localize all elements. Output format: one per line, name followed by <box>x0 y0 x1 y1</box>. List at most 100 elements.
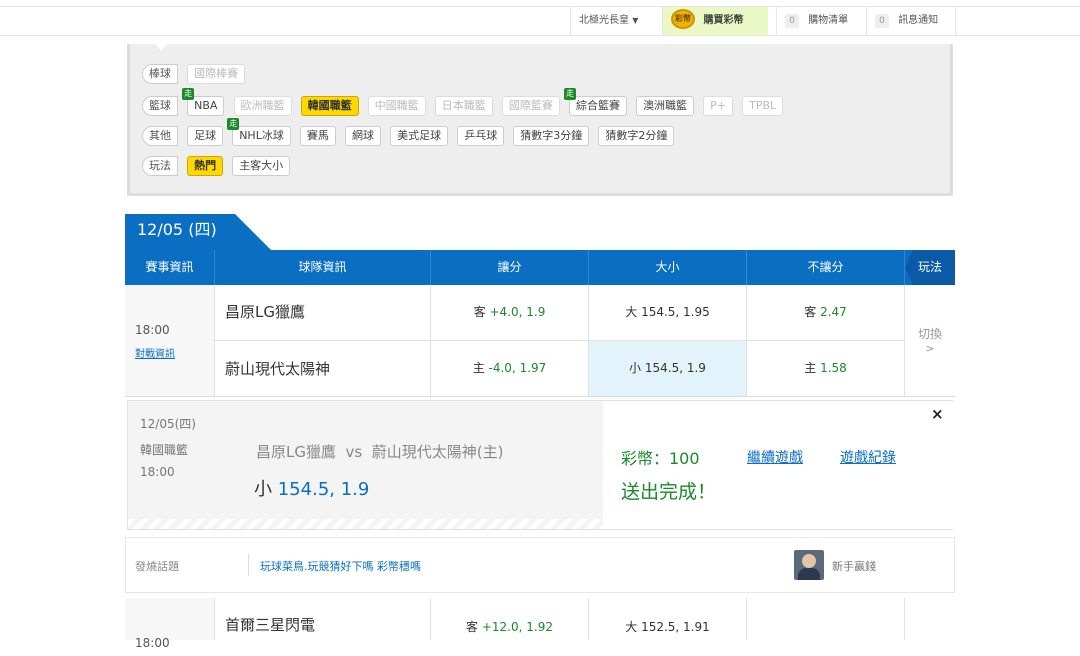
chip-guess-3min[interactable]: 猜數字3分鐘 <box>513 126 590 146</box>
divider <box>248 554 249 576</box>
popup-league: 韓國職籃 <box>140 443 189 457</box>
chip-nhl[interactable]: 走 NHL冰球 <box>227 118 291 146</box>
filter-row-other: 其他 足球 走 NHL冰球 賽馬 網球 美式足球 乒乓球 猜數字3分鐘 猜數字2分… <box>142 118 678 146</box>
close-icon[interactable]: × <box>931 405 944 423</box>
chip-guess-2min[interactable]: 猜數字2分鐘 <box>598 126 675 146</box>
odds-value: 152.5, 1.91 <box>641 620 710 634</box>
header-team-info: 球隊資訊 <box>215 250 431 285</box>
messages-button[interactable]: 0 訊息通知 <box>866 7 956 35</box>
filter-row-baseball: 棒球 國際棒賽 <box>142 62 249 84</box>
hot-topic-label: 發燒話題 <box>135 560 179 573</box>
chip-hot[interactable]: 熱門 <box>187 156 224 176</box>
live-badge: 走 <box>563 88 576 100</box>
live-badge: 走 <box>182 88 195 100</box>
chip-label: 綜合籃賽 <box>575 99 620 112</box>
header-match-info: 賽事資訊 <box>125 250 215 285</box>
buy-coins-button[interactable]: 彩幣 購買彩幣 <box>662 7 768 35</box>
switch-playtype-button[interactable]: 切換 > <box>905 285 955 396</box>
odds-tag: 主 <box>804 361 817 375</box>
odds-value: 154.5, 1.95 <box>641 305 710 319</box>
sport-filter-panel: 棒球 國際棒賽 籃球 走 NBA 歐洲職籃 韓國職籃 中國職籃 日本職籃 國際籃賽… <box>127 43 953 196</box>
category-baseball[interactable]: 棒球 <box>142 64 178 84</box>
chip-china-basketball[interactable]: 中國職籃 <box>367 96 426 116</box>
away-team-name: 昌原LG獵鷹 <box>215 285 431 340</box>
odds-tag: 大 <box>625 620 638 634</box>
spread-home-odds[interactable]: 主 -4.0, 1.97 <box>431 341 589 396</box>
chip-soccer[interactable]: 足球 <box>187 126 224 146</box>
next-away-team-name: 首爾三星閃電 <box>215 598 431 640</box>
cart-button[interactable]: 0 購物清單 <box>776 7 864 35</box>
odds-value: 154.5, 1.9 <box>644 361 706 375</box>
next-spread-away-odds[interactable]: 客 +12.0, 1.92 <box>431 598 589 640</box>
chip-korea-basketball[interactable]: 韓國職籃 <box>300 96 359 116</box>
match-info-link[interactable]: 對戰資訊 <box>135 345 175 360</box>
hot-topic-row: 發燒話題 玩球菜鳥.玩競猜好下嗎 彩幣穩嗎 新手贏錢 <box>125 537 955 593</box>
over-odds[interactable]: 大 154.5, 1.95 <box>589 285 747 340</box>
hot-topic-link[interactable]: 玩球菜鳥.玩競猜好下嗎 彩幣穩嗎 <box>260 558 421 574</box>
next-over-odds[interactable]: 大 152.5, 1.91 <box>589 598 747 640</box>
continue-game-link[interactable]: 繼續遊戲 <box>747 447 803 467</box>
chevron-down-icon: ▼ <box>632 16 639 25</box>
topic-author: 新手贏錢 <box>832 560 876 573</box>
under-odds-selected[interactable]: 小 154.5, 1.9 <box>589 341 747 396</box>
odds-tag: 客 <box>466 620 479 634</box>
game-record-link[interactable]: 遊戲紀錄 <box>840 447 896 467</box>
header-moneyline: 不讓分 <box>747 250 905 285</box>
odds-value: -4.0, 1.97 <box>488 361 547 375</box>
popup-date: 12/05(四) <box>140 417 196 431</box>
popup-pick-value: 154.5, 1.9 <box>277 479 370 500</box>
moneyline-away-odds[interactable]: 客 2.47 <box>747 285 905 340</box>
odds-tag: 大 <box>625 305 638 319</box>
header-playtype: 玩法 <box>905 250 955 285</box>
chip-label: NBA <box>194 99 218 112</box>
bet-confirmation-panel: 12/05(四) 韓國職籃 18:00 昌原LG獵鷹 vs 蔚山現代太陽神(主)… <box>127 400 953 530</box>
chip-intl-baseball[interactable]: 國際棒賽 <box>187 64 246 84</box>
chip-tennis[interactable]: 網球 <box>345 126 382 146</box>
popup-matchup: 昌原LG獵鷹 vs 蔚山現代太陽神(主) <box>256 443 504 461</box>
zigzag-edge <box>128 519 603 529</box>
moneyline-home-odds[interactable]: 主 1.58 <box>747 341 905 396</box>
category-playtype[interactable]: 玩法 <box>142 156 178 176</box>
odds-value: 1.58 <box>820 361 847 375</box>
chip-table-tennis[interactable]: 乒乓球 <box>457 126 505 146</box>
odds-tag: 客 <box>804 305 817 319</box>
home-team-name: 蔚山現代太陽神 <box>215 341 431 396</box>
chevron-right-icon: > <box>925 342 935 355</box>
popup-coins: 彩幣：100 <box>621 449 700 468</box>
cart-count-badge: 0 <box>785 14 799 28</box>
live-badge: 走 <box>227 118 240 130</box>
next-match-info-cell: 18:00 <box>125 598 215 650</box>
odds-tag: 小 <box>629 361 642 375</box>
chip-nba[interactable]: 走 NBA <box>182 88 225 116</box>
chip-combined-basketball[interactable]: 走綜合籃賽 <box>563 88 627 116</box>
coin-icon: 彩幣 <box>671 9 695 29</box>
odds-value: 2.47 <box>820 305 847 319</box>
date-tab: 12/05 (四) <box>125 214 271 250</box>
chip-japan-basketball[interactable]: 日本職籃 <box>434 96 493 116</box>
popup-pick-tag: 小 <box>254 479 272 500</box>
odds-value: +12.0, 1.92 <box>481 620 553 634</box>
buy-coins-label: 購買彩幣 <box>703 15 744 26</box>
chip-tpbl[interactable]: TPBL <box>742 96 784 116</box>
chip-horse-racing[interactable]: 賽馬 <box>299 126 336 146</box>
chip-p-plus[interactable]: P+ <box>703 96 734 116</box>
switch-label: 切換 <box>917 327 942 341</box>
avatar[interactable] <box>794 550 824 580</box>
odds-table-header: 賽事資訊 球隊資訊 讓分 大小 不讓分 玩法 <box>125 250 955 285</box>
user-menu[interactable]: 北極光長皇 ▼ <box>570 7 646 35</box>
chip-australia-basketball[interactable]: 澳洲職籃 <box>636 96 695 116</box>
popup-result-area: 彩幣：100 送出完成！ 繼續遊戲 遊戲紀錄 × <box>603 401 953 529</box>
chip-euro-basketball[interactable]: 歐洲職籃 <box>233 96 292 116</box>
chip-american-football[interactable]: 美式足球 <box>390 126 449 146</box>
match-info-cell: 18:00 對戰資訊 <box>125 285 215 396</box>
match-time: 18:00 <box>135 323 170 337</box>
cart-label: 購物清單 <box>808 15 849 26</box>
spread-away-odds[interactable]: 客 +4.0, 1.9 <box>431 285 589 340</box>
category-basketball[interactable]: 籃球 <box>142 96 178 116</box>
chip-intl-basketball[interactable]: 國際籃賽 <box>501 96 560 116</box>
header-over-under: 大小 <box>589 250 747 285</box>
chip-home-away-ou[interactable]: 主客大小 <box>232 156 291 176</box>
filter-row-basketball: 籃球 走 NBA 歐洲職籃 韓國職籃 中國職籃 日本職籃 國際籃賽 走綜合籃賽 澳… <box>142 88 787 116</box>
category-other[interactable]: 其他 <box>142 126 178 146</box>
match-row: 18:00 對戰資訊 昌原LG獵鷹 蔚山現代太陽神 客 +4.0, 1.9 主 … <box>125 285 955 397</box>
